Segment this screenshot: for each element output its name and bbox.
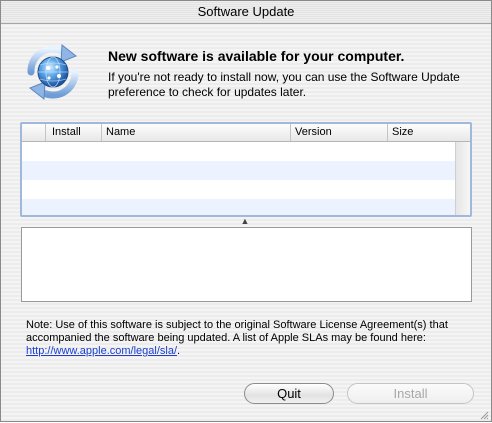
install-button[interactable]: Install [347, 383, 474, 404]
quit-button[interactable]: Quit [244, 383, 334, 404]
column-header-version[interactable]: Version [291, 124, 388, 141]
apple-sla-link[interactable]: http://www.apple.com/legal/sla/ [26, 345, 177, 357]
update-description-pane[interactable] [21, 227, 472, 302]
license-note: Note: Use of this software is subject to… [26, 319, 476, 358]
resize-grip-icon[interactable] [479, 409, 489, 420]
table-row[interactable] [22, 161, 456, 180]
updates-table[interactable]: Install Name Version Size [20, 122, 472, 217]
table-row[interactable] [22, 142, 456, 161]
license-note-text: Note: Use of this software is subject to… [26, 319, 448, 344]
column-header-name[interactable]: Name [102, 124, 291, 141]
title-bar[interactable]: Software Update [1, 1, 491, 24]
window-title: Software Update [197, 4, 295, 19]
software-update-window: Software Update New software is availabl… [0, 0, 492, 422]
table-row[interactable] [22, 180, 456, 199]
column-header-size[interactable]: Size [388, 124, 470, 141]
subtext: If you're not ready to install now, you … [108, 70, 460, 99]
table-row[interactable] [22, 199, 456, 215]
splitter-handle-icon[interactable]: ▲ [238, 216, 252, 226]
table-header: Install Name Version Size [22, 124, 470, 142]
column-header-install[interactable]: Install [46, 124, 102, 141]
headline: New software is available for your compu… [108, 48, 405, 64]
software-update-globe-icon [21, 39, 85, 105]
column-header-blank[interactable] [22, 124, 46, 141]
license-note-suffix: . [177, 345, 181, 357]
table-scrollbar[interactable] [455, 142, 470, 215]
